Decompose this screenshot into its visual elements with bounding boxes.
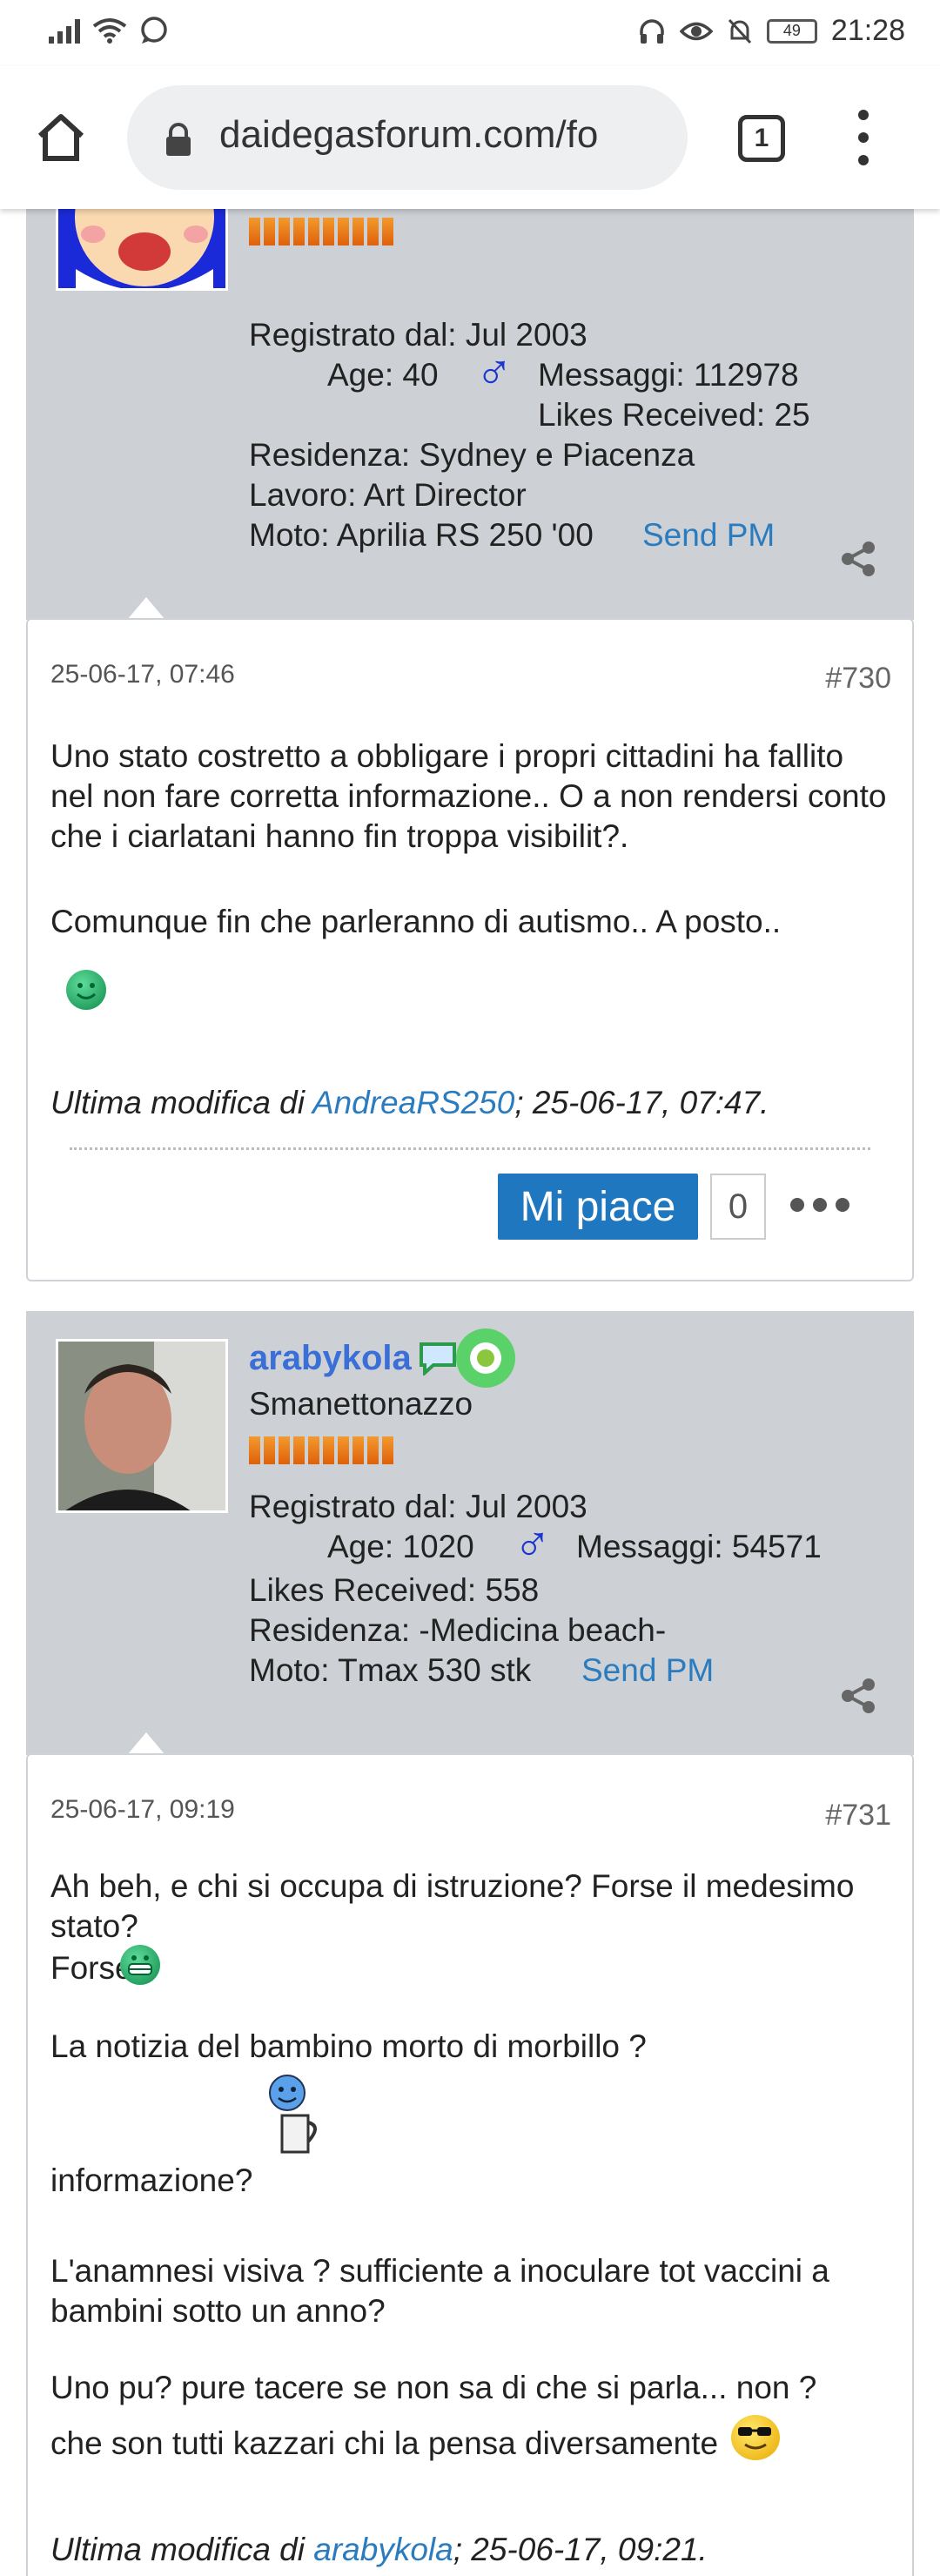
post-text: La notizia del bambino morto di morbillo… [50, 2028, 647, 2064]
avatar[interactable] [56, 209, 228, 291]
coffee-smiley-icon [266, 2074, 327, 2161]
mute-bell-icon [728, 18, 752, 44]
like-button[interactable]: Mi piace [498, 1174, 698, 1240]
user-age: Age: 1020 [327, 1529, 474, 1564]
address-bar[interactable]: daidegasforum.com/fo [127, 85, 688, 190]
message-count: Messaggi: 54571 [576, 1529, 822, 1564]
signal-icon [49, 17, 80, 44]
user-residence: Residenza: Sydney e Piacenza [249, 437, 695, 473]
message-count: Messaggi: 112978 [538, 357, 799, 393]
thread-content: Registrato dal: Jul 2003 Age: 40 ♂ Messa… [0, 209, 940, 2576]
headphones-icon [640, 18, 664, 44]
sunglasses-smiley-icon [731, 2415, 780, 2460]
user-title: Smanettonazzo [249, 1386, 473, 1422]
chat-bubble-icon[interactable] [418, 1341, 458, 1375]
post-divider [70, 1147, 870, 1150]
url-text: daidegasforum.com/fo [219, 113, 599, 156]
likes-received: Likes Received: 558 [249, 1572, 540, 1608]
tab-switcher-button[interactable]: 1 [738, 115, 785, 162]
share-icon[interactable] [839, 540, 877, 578]
user-residence: Residenza: -Medicina beach- [249, 1612, 667, 1648]
post-730: 25-06-17, 07:46 #730 Uno stato costretto… [26, 618, 914, 1281]
edited-note: Ultima modifica di arabykola; 25-06-17, … [50, 2532, 708, 2567]
post-731: 25-06-17, 09:19 #731 Ah beh, e chi si oc… [26, 1753, 914, 2576]
avatar-cartoon-image [58, 209, 225, 288]
post-text: Comunque fin che parleranno di autismo..… [50, 904, 782, 939]
post-text: Uno pu? pure tacere se non sa di che si … [50, 2370, 817, 2405]
avatar-photo-image [58, 1342, 225, 1510]
send-pm-link[interactable]: Send PM [642, 517, 775, 554]
registered-date: Registrato dal: Jul 2003 [249, 317, 588, 353]
user-age: Age: 40 [327, 357, 439, 393]
post-text: L'anamnesi visiva ? sufficiente a inocul… [50, 2253, 829, 2329]
user-job: Lavoro: Art Director [249, 477, 527, 513]
wifi-icon [92, 18, 127, 44]
male-gender-icon: ♂ [475, 342, 514, 399]
home-icon[interactable] [35, 111, 87, 164]
online-status-icon [456, 1328, 515, 1388]
post-number-link[interactable]: #730 [825, 662, 891, 696]
lock-icon [166, 123, 191, 156]
reputation-bar [249, 218, 393, 245]
clock: 21:28 [830, 14, 905, 47]
edited-by-user-link[interactable]: arabykola [313, 2532, 453, 2567]
username-link[interactable]: arabykola [249, 1339, 412, 1378]
browser-toolbar: daidegasforum.com/fo 1 [0, 66, 940, 209]
send-pm-link[interactable]: Send PM [581, 1652, 714, 1689]
edited-by-user-link[interactable]: AndreaRS250 [312, 1085, 514, 1120]
status-bar: 49 21:28 [0, 0, 940, 66]
post-text: Uno stato costretto a obbligare i propri… [50, 738, 887, 854]
male-gender-icon: ♂ [514, 1514, 552, 1570]
like-count: 0 [710, 1174, 766, 1240]
whatsapp-icon [141, 17, 167, 44]
post-date: 25-06-17, 09:19 [50, 1795, 235, 1824]
likes-received: Likes Received: 25 [538, 397, 810, 433]
post-userinfo: arabykola Smanettonazzo Registrato dal: … [26, 1311, 914, 1755]
overflow-menu-icon[interactable] [858, 110, 869, 165]
post-userinfo: Registrato dal: Jul 2003 Age: 40 ♂ Messa… [26, 209, 914, 620]
post-text: che son tutti kazzari chi la pensa diver… [50, 2425, 719, 2461]
post-date: 25-06-17, 07:46 [50, 660, 235, 689]
share-icon[interactable] [839, 1677, 877, 1715]
post-text: informazione? [50, 2162, 253, 2198]
eye-icon [679, 22, 713, 40]
battery-icon: 49 [766, 18, 817, 44]
user-moto: Moto: Aprilia RS 250 '00 [249, 517, 594, 553]
grin-smiley-icon [120, 1945, 160, 1985]
post-number-link[interactable]: #731 [825, 1799, 891, 1833]
user-moto: Moto: Tmax 530 stk [249, 1652, 532, 1688]
avatar[interactable] [56, 1339, 228, 1513]
reputation-bar [249, 1436, 393, 1464]
more-options-icon[interactable] [790, 1198, 849, 1212]
post-text: Ah beh, e chi si occupa di istruzione? F… [50, 1868, 855, 1944]
edited-note: Ultima modifica di AndreaRS250; 25-06-17… [50, 1085, 769, 1120]
smiley-icon [66, 970, 106, 1010]
